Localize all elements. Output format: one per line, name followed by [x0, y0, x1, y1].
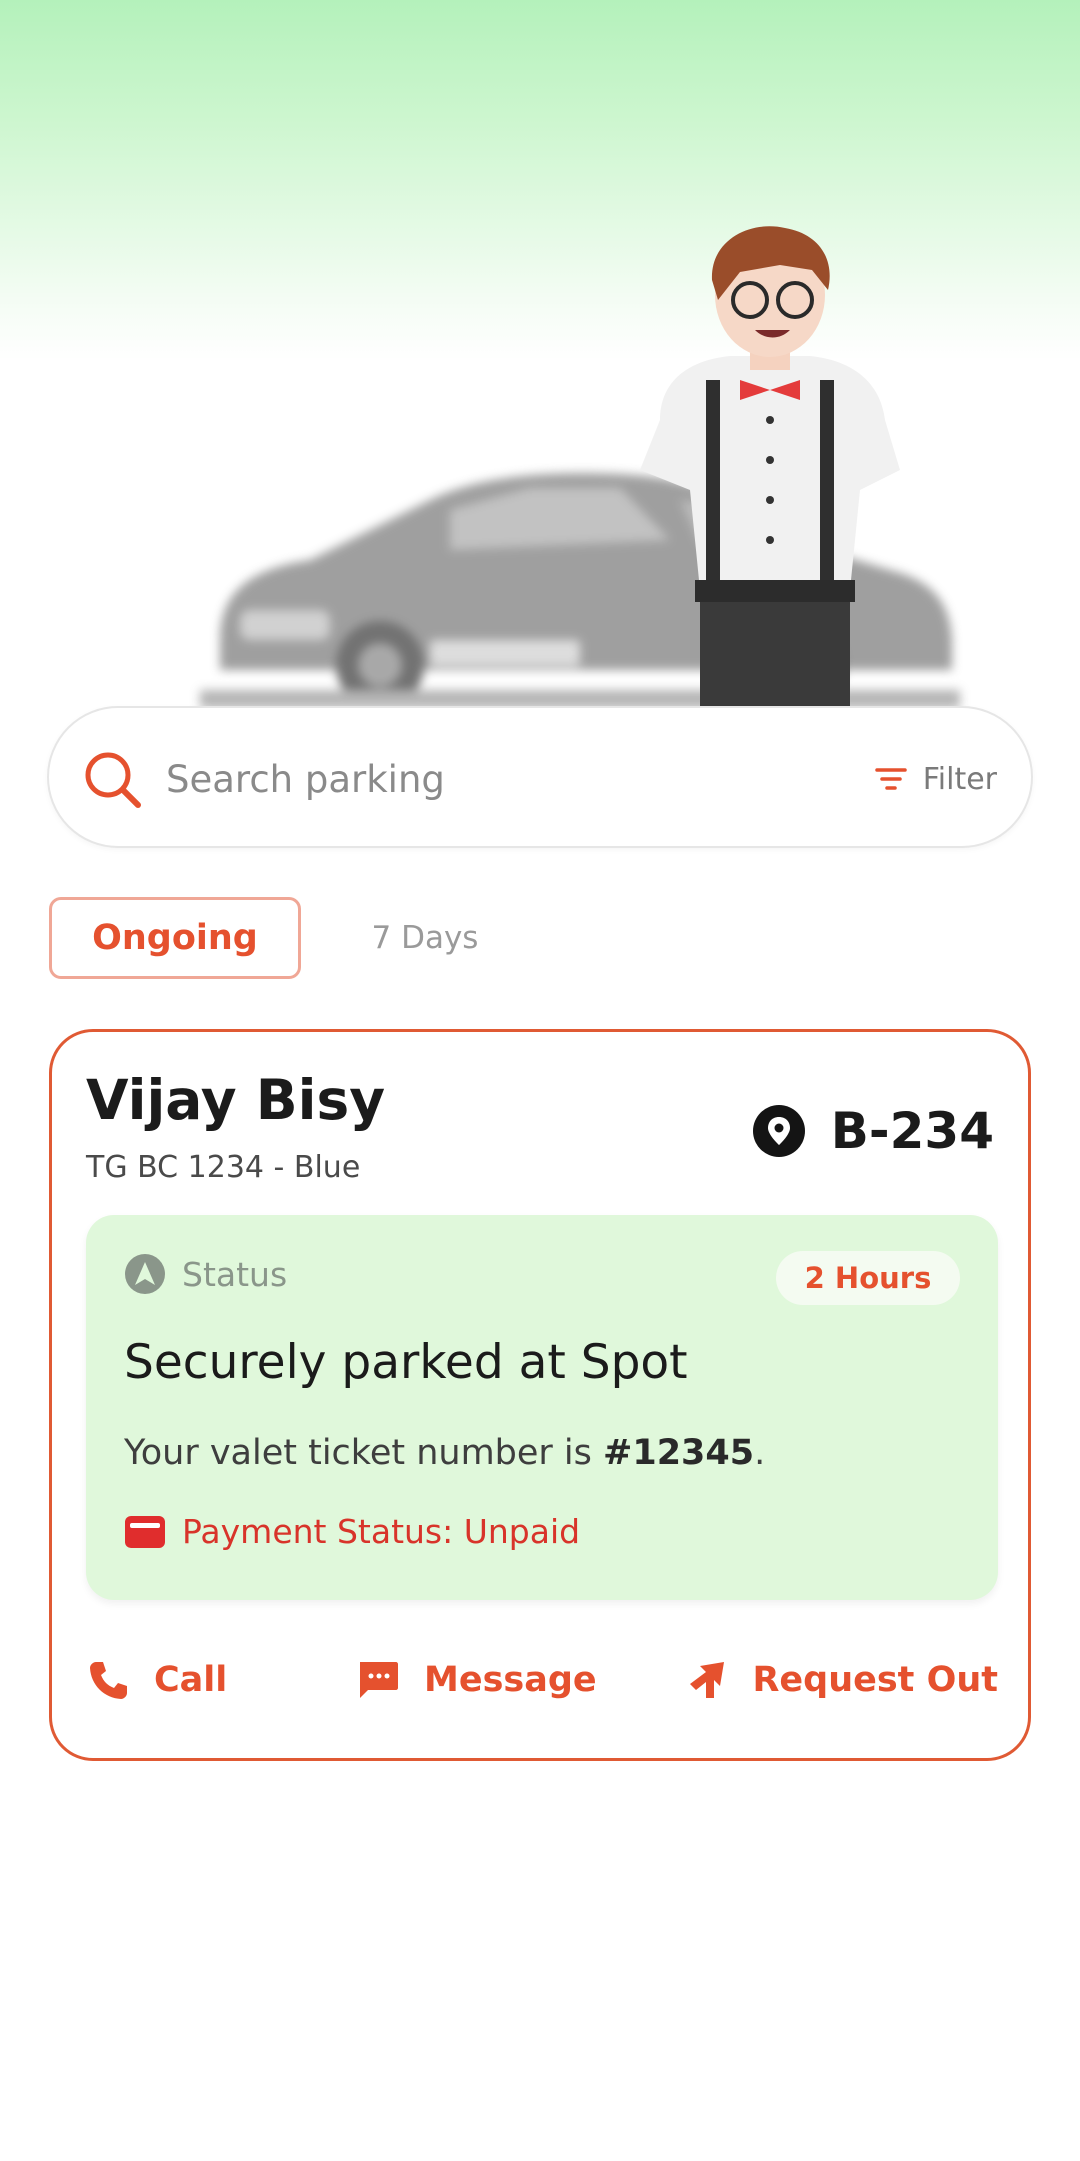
spot-number: B-234: [830, 1102, 994, 1160]
search-bar: Filter: [47, 706, 1033, 848]
vehicle-info: TG BC 1234 - Blue: [86, 1150, 361, 1185]
tab-ongoing[interactable]: Ongoing: [49, 897, 301, 979]
request-out-button[interactable]: Request Out: [684, 1650, 998, 1710]
ticket-suffix: .: [754, 1433, 766, 1473]
ticket-prefix: Your valet ticket number is: [124, 1433, 604, 1473]
ticket-number: #12345: [603, 1433, 755, 1473]
location-pin-icon: [752, 1105, 805, 1157]
message-button[interactable]: Message: [356, 1650, 597, 1710]
request-out-label: Request Out: [752, 1660, 998, 1700]
valet-avatar: [640, 226, 900, 708]
search-input[interactable]: [164, 744, 768, 814]
search-icon: [85, 752, 141, 808]
payment-status: Payment Status: Unpaid: [124, 1512, 580, 1551]
customer-name: Vijay Bisy: [86, 1068, 386, 1132]
message-label: Message: [424, 1660, 597, 1700]
parking-spot: B-234: [751, 1102, 994, 1160]
filter-label: Filter: [922, 761, 997, 797]
action-bar: Call Message Request Out: [86, 1650, 998, 1710]
filter-icon: [874, 768, 907, 790]
navigation-icon: [125, 1254, 165, 1294]
filter-button[interactable]: Filter: [873, 752, 997, 806]
status-label: Status: [182, 1254, 288, 1294]
status-panel: Status 2 Hours Securely parked at Spot Y…: [86, 1215, 998, 1600]
payment-status-text: Payment Status: Unpaid: [182, 1512, 581, 1551]
ticket-info: Your valet ticket number is #12345.: [124, 1433, 765, 1473]
request-out-icon: [690, 1662, 725, 1698]
duration-badge: 2 Hours: [776, 1251, 960, 1305]
status-header: Status: [124, 1253, 287, 1295]
phone-icon: [90, 1662, 127, 1699]
status-title: Securely parked at Spot: [124, 1335, 688, 1390]
call-button[interactable]: Call: [86, 1650, 227, 1710]
call-label: Call: [154, 1660, 228, 1700]
message-icon: [360, 1662, 398, 1698]
wallet-icon: [125, 1515, 165, 1548]
tab-7-days[interactable]: 7 Days: [340, 897, 510, 979]
hero-banner: [0, 0, 1080, 708]
booking-card[interactable]: Vijay Bisy TG BC 1234 - Blue B-234 Statu…: [49, 1029, 1031, 1761]
